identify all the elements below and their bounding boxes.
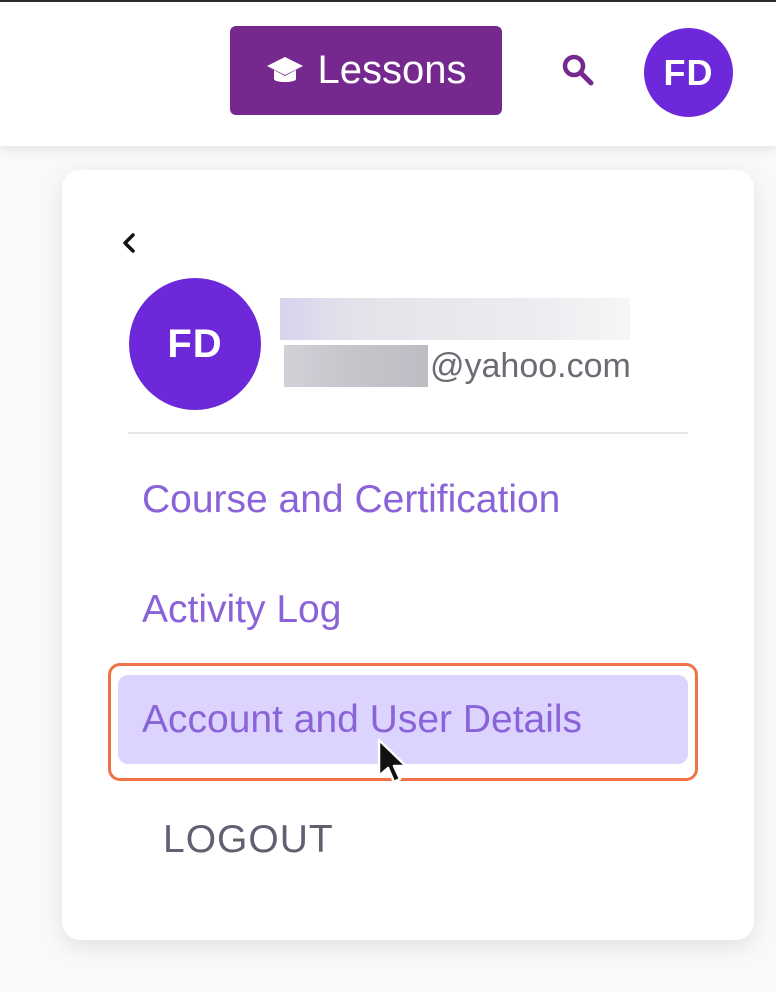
graduation-cap-icon <box>266 54 304 88</box>
lessons-label: Lessons <box>317 48 467 92</box>
lessons-button[interactable]: Lessons <box>230 26 502 115</box>
divider <box>128 432 688 434</box>
logout-button[interactable]: LOGOUT <box>163 818 334 862</box>
user-avatar-button[interactable]: FD <box>644 28 733 117</box>
email-local-part-redacted <box>284 345 428 387</box>
email-domain: @yahoo.com <box>430 346 631 385</box>
menu-item-course-and-certification[interactable]: Course and Certification <box>142 478 560 522</box>
back-button[interactable] <box>112 230 146 260</box>
menu-item-activity-log[interactable]: Activity Log <box>142 588 341 632</box>
menu-item-account-label: Account and User Details <box>142 698 583 741</box>
profile-avatar: FD <box>129 278 261 410</box>
search-button[interactable] <box>556 50 600 94</box>
profile-avatar-initials: FD <box>167 321 223 366</box>
search-icon <box>560 52 596 93</box>
chevron-left-icon <box>119 231 139 260</box>
user-email: @yahoo.com <box>284 344 631 388</box>
top-navigation-bar: Lessons FD <box>0 0 776 146</box>
user-name-redacted <box>280 298 630 340</box>
mouse-pointer-icon <box>376 738 410 790</box>
avatar-initials: FD <box>663 51 714 93</box>
